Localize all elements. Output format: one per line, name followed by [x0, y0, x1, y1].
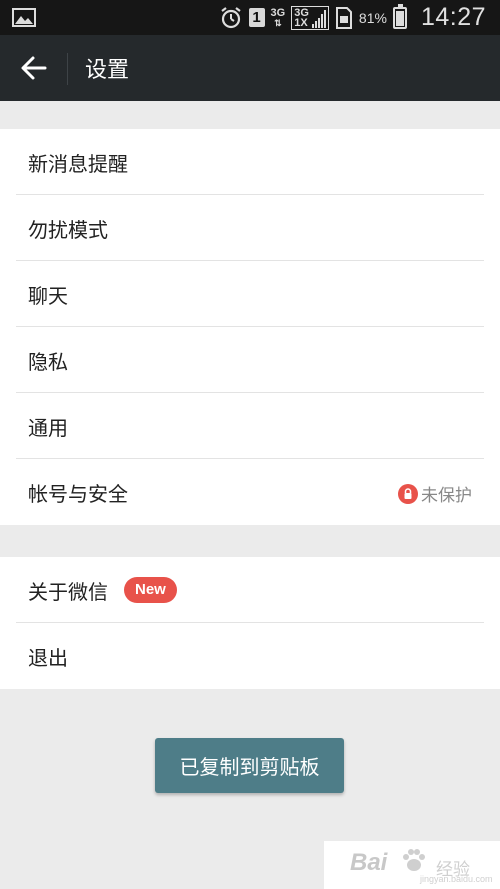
image-notification-icon — [12, 8, 36, 27]
security-status: 未保护 — [398, 481, 472, 506]
new-badge: New — [124, 577, 177, 603]
lock-icon — [398, 483, 418, 504]
title-divider — [67, 53, 68, 85]
status-icons: 1 3G ⇅ 3G 1X 81% 14:27 — [219, 0, 486, 35]
network-2-bottom-label: 1X — [294, 16, 308, 29]
settings-item-label: 新消息提醒 — [28, 152, 128, 176]
network-2-top-label: 3G — [294, 6, 309, 19]
watermark-brand: Bai — [350, 849, 388, 876]
settings-item-account-security[interactable]: 帐号与安全 未保护 — [16, 459, 484, 525]
settings-item-label: 退出 — [28, 646, 68, 670]
settings-item-do-not-disturb[interactable]: 勿扰模式 — [16, 195, 484, 261]
settings-item-label: 关于微信 — [28, 580, 108, 604]
settings-item-label: 帐号与安全 — [28, 482, 128, 506]
settings-item-notifications[interactable]: 新消息提醒 — [16, 129, 484, 195]
settings-item-logout[interactable]: 退出 — [16, 623, 484, 689]
page-title: 设置 — [85, 58, 130, 83]
settings-item-label: 通用 — [28, 416, 68, 440]
battery-percent: 81% — [358, 9, 387, 26]
alarm-icon — [220, 6, 241, 28]
settings-item-chat[interactable]: 聊天 — [16, 261, 484, 327]
settings-item-label: 聊天 — [28, 284, 68, 308]
sim-card-icon — [335, 6, 352, 29]
network-3g-icon: 3G ⇅ — [270, 6, 286, 28]
clock: 14:27 — [420, 3, 486, 31]
settings-group-secondary: 关于微信 New 退出 — [0, 557, 500, 689]
settings-item-label: 隐私 — [28, 350, 68, 374]
back-arrow-icon[interactable] — [20, 55, 48, 81]
security-status-text: 未保护 — [421, 486, 472, 506]
settings-group-main: 新消息提醒 勿扰模式 聊天 隐私 通用 帐号与安全 未保护 — [0, 129, 500, 525]
settings-item-label: 勿扰模式 — [28, 218, 108, 242]
settings-item-privacy[interactable]: 隐私 — [16, 327, 484, 393]
settings-item-general[interactable]: 通用 — [16, 393, 484, 459]
copied-toast: 已复制到剪贴板 — [155, 738, 344, 793]
baidu-watermark: Bai 经验 jingyan.baidu.com — [324, 841, 500, 889]
network-3g-label: 3G — [270, 6, 286, 19]
paw-icon — [403, 849, 425, 871]
settings-item-about-wechat[interactable]: 关于微信 New — [16, 557, 484, 623]
status-bar: 1 3G ⇅ 3G 1X 81% 14:27 — [0, 0, 500, 35]
signal-icon: 3G 1X — [291, 5, 329, 30]
sim-slot-icon: 1 — [248, 8, 265, 27]
watermark-url: jingyan.baidu.com — [420, 874, 493, 884]
battery-icon — [392, 3, 407, 29]
signal-bars-icon — [311, 9, 326, 28]
title-bar: 设置 — [0, 35, 500, 101]
